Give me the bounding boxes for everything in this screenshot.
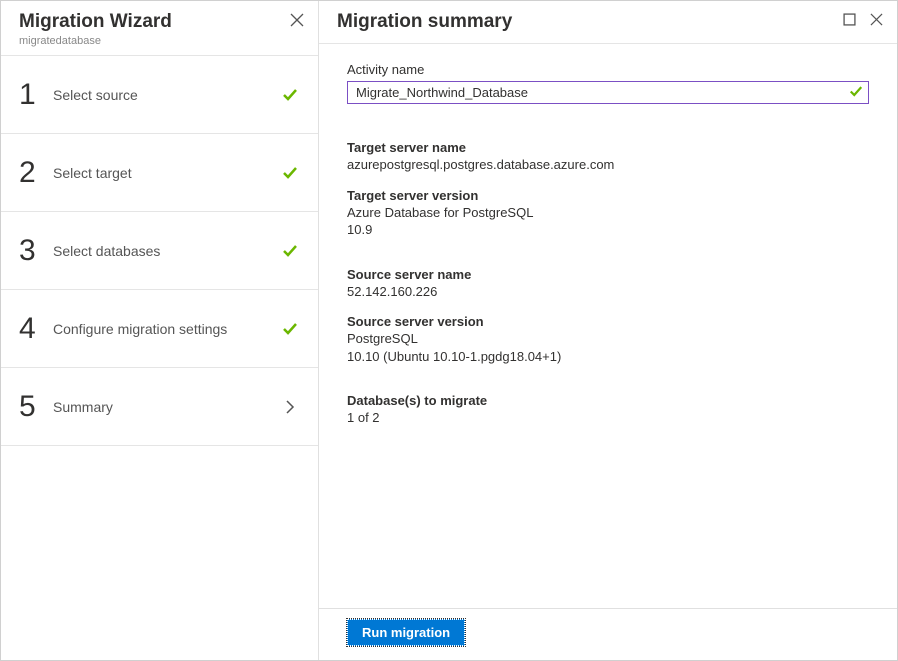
sidebar-header: Migration Wizard migratedatabase	[1, 1, 318, 56]
step-label: Summary	[53, 399, 280, 415]
step-select-source[interactable]: 1 Select source	[1, 56, 318, 134]
databases-label: Database(s) to migrate	[347, 393, 869, 408]
target-server-version-value1: Azure Database for PostgreSQL	[347, 204, 869, 222]
step-label: Select target	[53, 165, 280, 181]
databases-to-migrate-block: Database(s) to migrate 1 of 2	[347, 393, 869, 427]
step-label: Configure migration settings	[53, 321, 280, 337]
step-number: 3	[19, 234, 53, 268]
run-migration-button[interactable]: Run migration	[347, 619, 465, 646]
step-number: 5	[19, 390, 53, 424]
source-server-name-block: Source server name 52.142.160.226	[347, 267, 869, 301]
wizard-sidebar: Migration Wizard migratedatabase 1 Selec…	[1, 1, 319, 660]
main-footer: Run migration	[319, 608, 897, 660]
step-label: Select databases	[53, 243, 280, 259]
activity-name-label: Activity name	[347, 62, 869, 77]
close-icon[interactable]	[870, 13, 883, 26]
check-icon	[280, 321, 300, 337]
main-header: Migration summary	[319, 1, 897, 44]
chevron-right-icon	[280, 400, 300, 414]
target-server-name-label: Target server name	[347, 140, 869, 155]
target-server-version-block: Target server version Azure Database for…	[347, 188, 869, 239]
target-server-name-value: azurepostgresql.postgres.database.azure.…	[347, 156, 869, 174]
activity-name-field: Activity name	[347, 62, 869, 104]
databases-value: 1 of 2	[347, 409, 869, 427]
window-controls	[843, 13, 883, 26]
maximize-icon[interactable]	[843, 13, 856, 26]
page-title: Migration summary	[337, 11, 879, 33]
source-server-version-block: Source server version PostgreSQL 10.10 (…	[347, 314, 869, 365]
step-select-databases[interactable]: 3 Select databases	[1, 212, 318, 290]
check-icon	[280, 87, 300, 103]
check-icon	[280, 243, 300, 259]
target-server-version-label: Target server version	[347, 188, 869, 203]
main-panel: Migration summary Activity name	[319, 1, 897, 660]
sidebar-subtitle: migratedatabase	[19, 35, 300, 47]
check-icon	[280, 165, 300, 181]
source-server-version-label: Source server version	[347, 314, 869, 329]
step-configure-migration-settings[interactable]: 4 Configure migration settings	[1, 290, 318, 368]
step-label: Select source	[53, 87, 280, 103]
target-server-version-value2: 10.9	[347, 221, 869, 239]
step-number: 2	[19, 156, 53, 190]
source-server-version-value2: 10.10 (Ubuntu 10.10-1.pgdg18.04+1)	[347, 348, 869, 366]
wizard-dialog: Migration Wizard migratedatabase 1 Selec…	[0, 0, 898, 661]
source-server-name-value: 52.142.160.226	[347, 283, 869, 301]
step-select-target[interactable]: 2 Select target	[1, 134, 318, 212]
activity-name-input[interactable]	[347, 81, 869, 104]
close-icon[interactable]	[290, 13, 304, 32]
target-server-name-block: Target server name azurepostgresql.postg…	[347, 140, 869, 174]
main-body: Activity name Target server name azurepo…	[319, 44, 897, 608]
step-number: 1	[19, 78, 53, 112]
source-server-name-label: Source server name	[347, 267, 869, 282]
sidebar-title: Migration Wizard	[19, 11, 300, 33]
wizard-steps: 1 Select source 2 Select target 3 Select…	[1, 56, 318, 446]
check-icon	[849, 84, 863, 101]
step-summary[interactable]: 5 Summary	[1, 368, 318, 446]
step-number: 4	[19, 312, 53, 346]
source-server-version-value1: PostgreSQL	[347, 330, 869, 348]
